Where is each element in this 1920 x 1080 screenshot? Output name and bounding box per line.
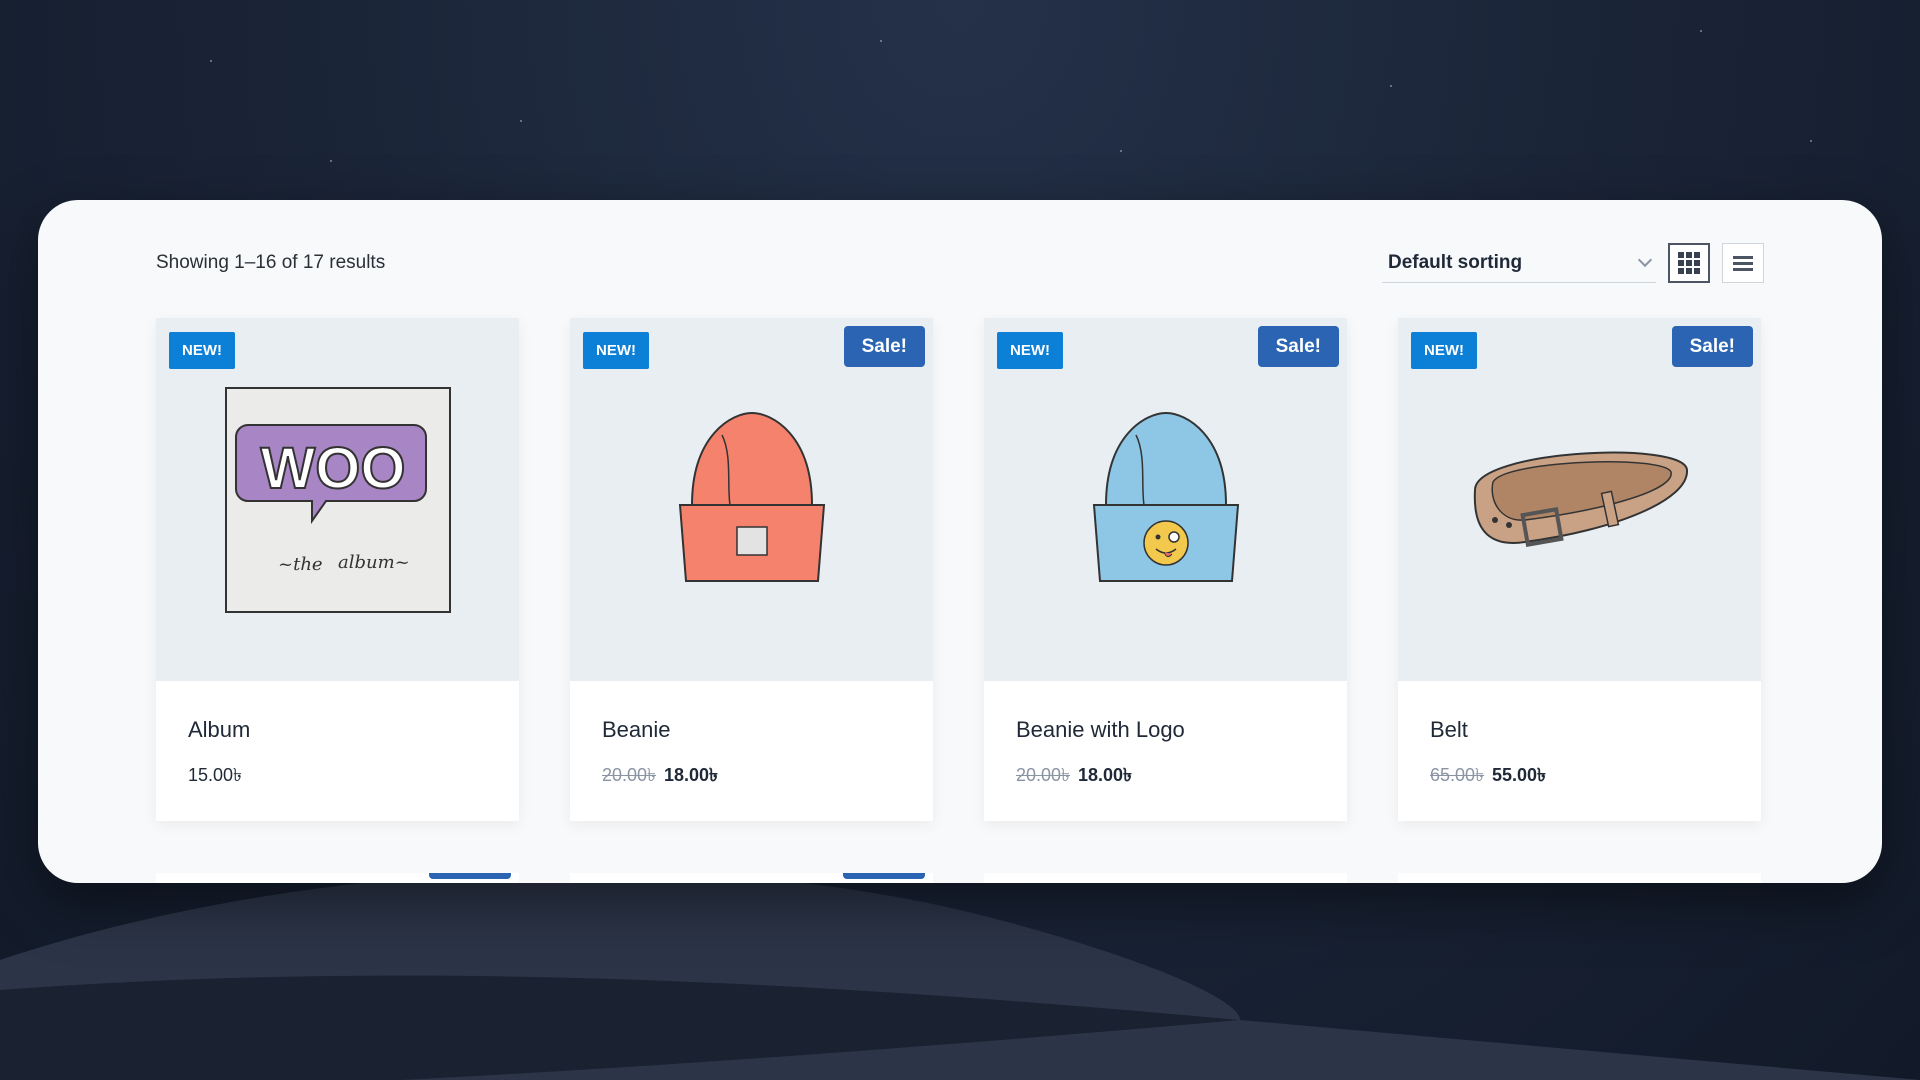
list-icon [1733, 255, 1753, 271]
price-sale: 18.00৳ [1078, 765, 1133, 785]
shop-toolbar: Showing 1–16 of 17 results Default sorti… [156, 240, 1764, 286]
product-info: Beanie 20.00৳ 18.00৳ [570, 681, 933, 792]
product-grid: NEW! WOO ~the album~ Album 15.00৳ NEW! S… [156, 318, 1762, 883]
product-title[interactable]: Belt [1430, 717, 1729, 743]
shop-window: Showing 1–16 of 17 results Default sorti… [38, 200, 1882, 883]
new-badge: NEW! [997, 332, 1063, 369]
grid-view-button[interactable] [1668, 243, 1710, 283]
price-original: 20.00৳ [602, 765, 657, 785]
product-card[interactable] [156, 873, 519, 883]
product-image[interactable]: NEW! Sale! [984, 318, 1347, 681]
result-count: Showing 1–16 of 17 results [156, 252, 386, 273]
product-info: Belt 65.00৳ 55.00৳ [1398, 681, 1761, 792]
sale-badge: Sale! [843, 326, 925, 367]
sale-badge [843, 873, 925, 879]
product-title[interactable]: Beanie [602, 717, 901, 743]
svg-text:WOO: WOO [260, 436, 405, 501]
belt-illustration [1473, 451, 1688, 547]
product-image[interactable]: NEW! Sale! [570, 318, 933, 681]
sale-badge: Sale! [1671, 326, 1753, 367]
new-badge: NEW! [583, 332, 649, 369]
product-price: 15.00৳ [188, 761, 487, 792]
product-info: Beanie with Logo 20.00৳ 18.00৳ [984, 681, 1347, 792]
product-title[interactable]: Album [188, 717, 487, 743]
product-card[interactable]: NEW! Sale! Beanie 20.00৳ 18.00৳ [570, 318, 933, 821]
product-card[interactable] [1398, 873, 1761, 883]
toolbar-controls: Default sorting [1382, 243, 1764, 283]
chevron-down-icon [1637, 252, 1653, 267]
product-title[interactable]: Beanie with Logo [1016, 717, 1315, 743]
price-current: 15.00৳ [188, 765, 243, 785]
blue-beanie-logo-illustration [1092, 411, 1239, 582]
new-badge: NEW! [1411, 332, 1477, 369]
product-price: 20.00৳ 18.00৳ [602, 761, 901, 792]
svg-text:~the: ~the [278, 554, 323, 575]
product-info: Album 15.00৳ [156, 681, 519, 792]
product-price: 20.00৳ 18.00৳ [1016, 761, 1315, 792]
grid-icon [1678, 252, 1700, 274]
price-sale: 18.00৳ [664, 765, 719, 785]
product-card[interactable]: NEW! WOO ~the album~ Album 15.00৳ [156, 318, 519, 821]
price-sale: 55.00৳ [1492, 765, 1547, 785]
price-original: 20.00৳ [1016, 765, 1071, 785]
product-image[interactable]: NEW! Sale! [1398, 318, 1761, 681]
sale-badge: Sale! [1257, 326, 1339, 367]
list-view-button[interactable] [1722, 243, 1764, 283]
sale-badge [429, 873, 511, 879]
sort-select[interactable]: Default sorting [1382, 243, 1656, 283]
product-card[interactable]: NEW! Sale! Belt 65.00৳ 55.00৳ [1398, 318, 1761, 821]
price-original: 65.00৳ [1430, 765, 1485, 785]
product-card[interactable] [570, 873, 933, 883]
orange-beanie-illustration [678, 411, 825, 582]
product-card[interactable] [984, 873, 1347, 883]
woo-album-illustration: WOO ~the album~ [224, 386, 451, 613]
sort-selected-value: Default sorting [1388, 251, 1523, 273]
svg-text:album~: album~ [338, 552, 410, 573]
product-image[interactable]: NEW! WOO ~the album~ [156, 318, 519, 681]
product-card[interactable]: NEW! Sale! Beanie with Logo 20.00৳ 18.00৳ [984, 318, 1347, 821]
product-price: 65.00৳ 55.00৳ [1430, 761, 1729, 792]
new-badge: NEW! [169, 332, 235, 369]
